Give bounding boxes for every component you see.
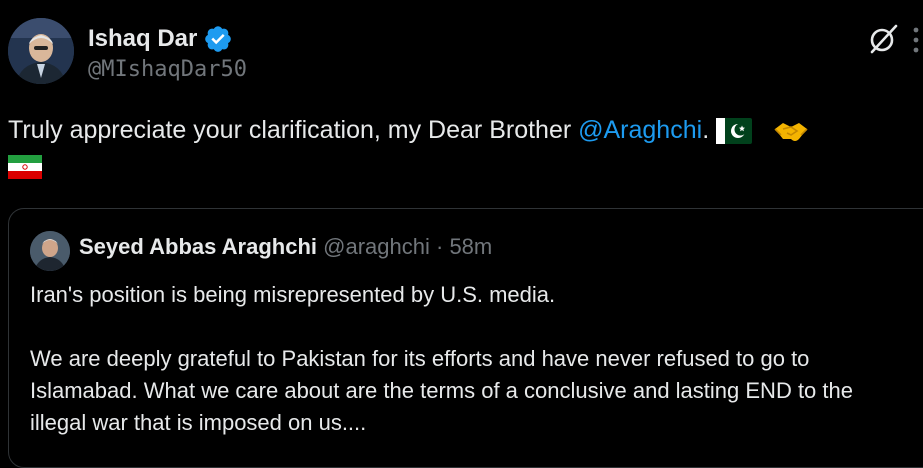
tweet-text-start: Truly appreciate your clarification, my …: [8, 116, 579, 144]
quoted-paragraph-2: We are deeply grateful to Pakistan for i…: [30, 346, 853, 435]
mention-link[interactable]: @Araghchi: [578, 116, 702, 144]
more-options-icon[interactable]: [909, 26, 923, 54]
quoted-body: Iran's position is being misrepresented …: [30, 279, 910, 439]
quoted-paragraph-1: Iran's position is being misrepresented …: [30, 282, 556, 307]
quoted-tweet[interactable]: Seyed Abbas Araghchi @araghchi · 58m Ira…: [8, 208, 923, 468]
grok-icon[interactable]: [866, 22, 900, 56]
author-avatar[interactable]: [8, 18, 74, 84]
author-photo: [8, 18, 74, 84]
quoted-separator: ·: [435, 234, 444, 259]
author-handle[interactable]: @MIshaqDar50: [88, 57, 247, 82]
quoted-header: Seyed Abbas Araghchi @araghchi · 58m: [79, 234, 492, 260]
verified-badge-icon: [205, 26, 232, 52]
iran-flag-icon: [8, 155, 42, 180]
handshake-icon: [774, 123, 808, 142]
author-name-text[interactable]: Ishaq Dar: [88, 25, 197, 53]
quoted-author-photo: [30, 231, 70, 271]
quoted-author-handle[interactable]: @araghchi: [323, 234, 430, 259]
quoted-author-name[interactable]: Seyed Abbas Araghchi: [79, 234, 317, 259]
tweet-text-end: .: [702, 116, 717, 144]
author-name[interactable]: Ishaq Dar: [88, 24, 233, 54]
tweet-text: Truly appreciate your clarification, my …: [8, 112, 913, 184]
quoted-timestamp[interactable]: 58m: [449, 234, 492, 259]
quoted-avatar[interactable]: [30, 231, 70, 271]
pakistan-flag-icon: [716, 118, 753, 145]
